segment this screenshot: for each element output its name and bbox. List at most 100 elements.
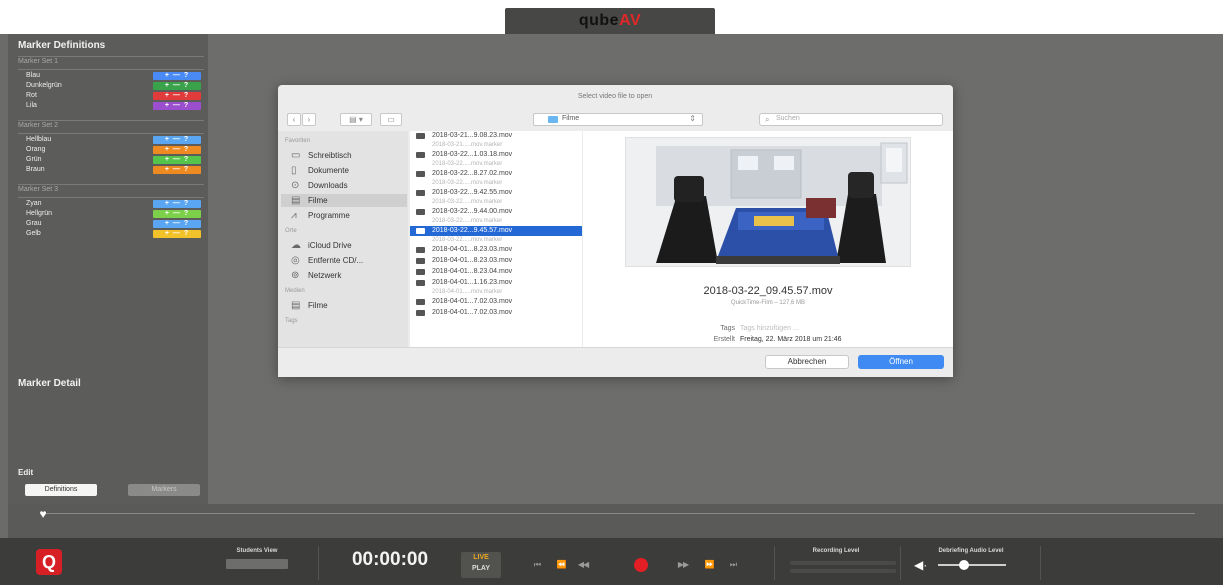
marker-row[interactable]: Lila + — ? bbox=[18, 102, 204, 110]
marker-row[interactable]: Grau + — ? bbox=[18, 220, 204, 228]
marker-color-tag[interactable]: + — ? bbox=[153, 136, 201, 144]
transport-divider bbox=[1040, 546, 1041, 580]
students-view-selector[interactable] bbox=[226, 559, 288, 569]
audio-level-knob[interactable] bbox=[959, 560, 969, 570]
file-name: 2018-03-22...9.45.57.mov bbox=[432, 227, 513, 234]
movie-file-row[interactable]: 2018-04-01...1.16.23.mov bbox=[410, 278, 582, 288]
movie-file-row[interactable]: 2018-03-22...9.42.55.mov bbox=[410, 188, 582, 198]
marker-file-row[interactable]: 2018-03-21.....mov.marker bbox=[410, 142, 582, 149]
dialog-sidebar-item[interactable]: ▭ Schreibtisch bbox=[281, 149, 407, 162]
record-button[interactable] bbox=[634, 558, 648, 572]
movie-file-icon bbox=[416, 152, 425, 158]
marker-color-tag[interactable]: + — ? bbox=[153, 166, 201, 174]
rewind-button[interactable]: ◀◀ bbox=[574, 560, 592, 570]
markers-button[interactable]: Markers bbox=[128, 484, 200, 496]
skip-start-button[interactable]: ⏮ bbox=[528, 560, 546, 570]
marker-color-tag[interactable]: + — ? bbox=[153, 220, 201, 228]
forward-fast-button[interactable]: ⏩ bbox=[700, 560, 718, 570]
file-name: 2018-03-22.....mov.marker bbox=[432, 199, 503, 205]
movie-file-row[interactable]: 2018-04-01...8.23.04.mov bbox=[410, 267, 582, 277]
marker-color-tag[interactable]: + — ? bbox=[153, 82, 201, 90]
marker-color-tag[interactable]: + — ? bbox=[153, 92, 201, 100]
movie-file-row[interactable]: 2018-04-01...8.23.03.mov bbox=[410, 245, 582, 255]
dialog-sidebar-item[interactable]: ◎ Entfernte CD/... bbox=[281, 254, 407, 267]
marker-file-row[interactable]: 2018-03-22.....mov.marker bbox=[410, 180, 582, 187]
new-folder-button[interactable]: ▭ bbox=[380, 113, 402, 126]
marker-file-row[interactable]: 2018-04-01.....mov.marker bbox=[410, 289, 582, 296]
audio-level-slider[interactable] bbox=[938, 564, 1006, 566]
marker-color-tag[interactable]: + — ? bbox=[153, 156, 201, 164]
movie-file-row[interactable]: 2018-03-22...9.44.00.mov bbox=[410, 207, 582, 217]
dialog-sidebar-item[interactable]: ▤ Filme bbox=[281, 299, 407, 312]
marker-color-tag[interactable]: + — ? bbox=[153, 102, 201, 110]
dialog-sidebar-item[interactable]: ⩘ Programme bbox=[281, 209, 407, 222]
marker-file-row[interactable]: 2018-03-22.....mov.marker bbox=[410, 237, 582, 244]
dialog-footer bbox=[278, 347, 953, 377]
edit-heading: Edit bbox=[18, 468, 34, 477]
search-placeholder: Suchen bbox=[776, 115, 800, 122]
movie-file-icon bbox=[416, 228, 425, 234]
marker-color-tag[interactable]: + — ? bbox=[153, 200, 201, 208]
marker-color-tag[interactable]: + — ? bbox=[153, 146, 201, 154]
marker-row[interactable]: Blau + — ? bbox=[18, 72, 204, 80]
cancel-button[interactable]: Abbrechen bbox=[765, 355, 849, 369]
dialog-sidebar-item[interactable]: ⊙ Downloads bbox=[281, 179, 407, 192]
marker-color-tag[interactable]: + — ? bbox=[153, 210, 201, 218]
marker-row[interactable]: Hellblau + — ? bbox=[18, 136, 204, 144]
movie-file-row[interactable]: 2018-03-22...1.03.18.mov bbox=[410, 150, 582, 160]
back-button[interactable]: ‹ bbox=[287, 113, 301, 126]
dialog-sidebar-item[interactable]: ⊚ Netzwerk bbox=[281, 269, 407, 282]
timeline-track[interactable] bbox=[45, 513, 1195, 514]
movie-file-icon bbox=[416, 190, 425, 196]
forward-button[interactable]: › bbox=[302, 113, 316, 126]
movie-file-row[interactable]: 2018-04-01...7.02.03.mov bbox=[410, 297, 582, 307]
dialog-sidebar-item[interactable]: ☁ iCloud Drive bbox=[281, 239, 407, 252]
marker-color-tag[interactable]: + — ? bbox=[153, 230, 201, 238]
dialog-sidebar-item[interactable]: ▯ Dokumente bbox=[281, 164, 407, 177]
desktop-icon: ▭ bbox=[291, 150, 301, 161]
marker-row[interactable]: Braun + — ? bbox=[18, 166, 204, 174]
heart-icon[interactable]: ♥ bbox=[36, 508, 50, 520]
definitions-button[interactable]: Definitions bbox=[25, 484, 97, 496]
skip-end-button[interactable]: ⏭ bbox=[724, 560, 742, 570]
tags-input[interactable]: Tags hinzufügen ... bbox=[740, 325, 920, 332]
marker-row[interactable]: Dunkelgrün + — ? bbox=[18, 82, 204, 90]
marker-row[interactable]: Hellgrün + — ? bbox=[18, 210, 204, 218]
marker-row[interactable]: Gelb + — ? bbox=[18, 230, 204, 238]
marker-row[interactable]: Grün + — ? bbox=[18, 156, 204, 164]
sidebar-section-heading: Tags bbox=[285, 318, 298, 324]
marker-row[interactable]: Zyan + — ? bbox=[18, 200, 204, 208]
timeline-strip[interactable] bbox=[8, 504, 1223, 538]
folder-icon bbox=[548, 116, 558, 123]
marker-file-row[interactable]: 2018-03-22.....mov.marker bbox=[410, 161, 582, 168]
marker-set-name: Marker Set 1 bbox=[18, 58, 59, 65]
marker-file-row[interactable]: 2018-03-22.....mov.marker bbox=[410, 218, 582, 225]
forward-button[interactable]: ▶▶ bbox=[674, 560, 692, 570]
file-name: 2018-04-01...8.23.04.mov bbox=[432, 268, 513, 275]
cloud-icon: ☁ bbox=[291, 240, 301, 251]
dialog-sidebar-label: Downloads bbox=[308, 181, 348, 190]
movie-file-row[interactable]: 2018-04-01...7.02.03.mov bbox=[410, 308, 582, 318]
marker-row[interactable]: Rot + — ? bbox=[18, 92, 204, 100]
file-name: 2018-03-22...9.42.55.mov bbox=[432, 189, 513, 196]
movie-file-icon bbox=[416, 133, 425, 139]
speaker-icon[interactable]: ◀· bbox=[914, 558, 928, 572]
dialog-sidebar-label: iCloud Drive bbox=[308, 241, 352, 250]
marker-detail-heading: Marker Detail bbox=[18, 378, 81, 389]
sidebar-section-heading: Favoriten bbox=[285, 138, 311, 144]
marker-file-row[interactable]: 2018-03-22.....mov.marker bbox=[410, 199, 582, 206]
location-dropdown[interactable]: Filme ⇕ bbox=[533, 113, 703, 126]
marker-set-name: Marker Set 3 bbox=[18, 186, 59, 193]
marker-row[interactable]: Orang + — ? bbox=[18, 146, 204, 154]
disc-icon: ◎ bbox=[291, 255, 300, 266]
open-button[interactable]: Öffnen bbox=[858, 355, 944, 369]
movie-file-row[interactable]: 2018-03-21...9.08.23.mov bbox=[410, 131, 582, 141]
marker-color-tag[interactable]: + — ? bbox=[153, 72, 201, 80]
rewind-fast-button[interactable]: ⏪ bbox=[552, 560, 570, 570]
search-input[interactable]: ⌕ Suchen bbox=[759, 113, 943, 126]
movie-file-row[interactable]: 2018-03-22...9.45.57.mov bbox=[410, 226, 582, 236]
dialog-sidebar-item[interactable]: ▤ Filme bbox=[281, 194, 407, 207]
movie-file-row[interactable]: 2018-03-22...8.27.02.mov bbox=[410, 169, 582, 179]
view-mode-button[interactable]: ▤ ▾ bbox=[340, 113, 372, 126]
movie-file-row[interactable]: 2018-04-01...8.23.03.mov bbox=[410, 256, 582, 266]
